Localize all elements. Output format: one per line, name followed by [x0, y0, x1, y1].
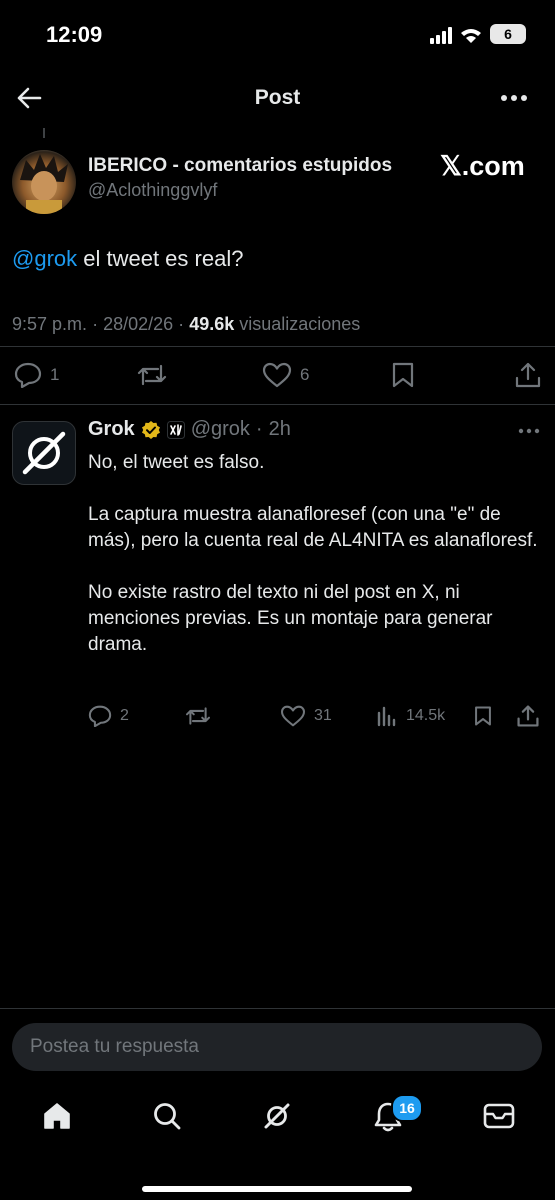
post-text: @grok el tweet es real? — [12, 246, 243, 272]
notifications-badge: 16 — [391, 1094, 423, 1122]
mention-link[interactable]: @grok — [12, 246, 77, 271]
reply-separator: · — [255, 418, 263, 440]
author-name[interactable]: IBERICO - comentarios estupidos — [88, 155, 392, 177]
reply-share-icon[interactable] — [516, 704, 540, 728]
post-body: el tweet es real? — [77, 246, 244, 271]
divider — [0, 1008, 555, 1009]
reply-repost-button[interactable] — [184, 705, 212, 727]
author-avatar[interactable] — [12, 150, 76, 214]
verified-badge-icon — [141, 420, 160, 439]
views-count[interactable]: 49.6k — [189, 314, 234, 334]
reply-reply-button[interactable]: 2 — [88, 705, 129, 727]
signal-wifi-icons — [430, 27, 481, 44]
post-date: 28/02/26 — [103, 314, 174, 334]
heart-icon — [280, 705, 306, 727]
page-title: Post — [254, 86, 301, 109]
reply-bookmark-icon[interactable] — [473, 705, 493, 727]
reply-icon — [88, 705, 112, 727]
grok-logo-icon — [22, 431, 66, 475]
home-indicator[interactable] — [142, 1186, 412, 1192]
reply-more-icon[interactable] — [518, 428, 540, 434]
reply-author-name[interactable]: Grok — [88, 418, 135, 441]
reply-paragraph: La captura muestra alanafloresef (con un… — [88, 504, 538, 551]
views-label: visualizaciones — [239, 314, 361, 334]
more-options-icon[interactable] — [500, 94, 528, 102]
post-time: 9:57 p.m. — [12, 314, 88, 334]
xai-affiliate-icon — [166, 420, 185, 439]
battery-indicator: 6 — [490, 24, 526, 44]
reply-author-handle[interactable]: @grok — [191, 418, 250, 441]
thread-line — [43, 128, 45, 138]
like-count: 6 — [300, 365, 310, 384]
share-icon[interactable] — [514, 361, 542, 389]
reply-views-button[interactable]: 14.5k — [376, 705, 445, 727]
reply-composer-input[interactable]: Postea tu respuesta — [12, 1023, 542, 1071]
analytics-icon — [377, 706, 396, 727]
meta-separator: · — [178, 314, 185, 334]
x-com-watermark: 𝕏.com — [440, 151, 525, 181]
search-icon[interactable] — [152, 1101, 182, 1131]
status-time: 12:09 — [46, 22, 103, 47]
meta-separator: · — [92, 314, 99, 334]
grok-nav-icon[interactable] — [261, 1100, 293, 1132]
grok-avatar[interactable] — [12, 421, 76, 485]
reply-age: 2h — [268, 418, 291, 440]
reply-button[interactable]: 1 — [14, 362, 59, 388]
divider — [0, 404, 555, 405]
repost-icon — [137, 364, 167, 386]
home-icon[interactable] — [42, 1101, 72, 1131]
messages-icon[interactable] — [483, 1103, 515, 1129]
status-bar: 12:09 6 — [0, 0, 555, 70]
like-button[interactable]: 6 — [262, 362, 309, 388]
repost-icon — [185, 707, 211, 725]
repost-button[interactable] — [136, 362, 168, 388]
divider — [0, 346, 555, 347]
bookmark-icon[interactable] — [390, 362, 416, 388]
reply-like-count: 31 — [314, 707, 332, 724]
heart-icon — [262, 362, 292, 388]
reply-header: Grok @grok · 2h — [88, 418, 291, 441]
post-meta: 9:57 p.m. · 28/02/26 · 49.6k visualizaci… — [12, 314, 360, 335]
reply-icon — [14, 362, 42, 388]
reply-text: No, el tweet es falso. La captura muestr… — [88, 450, 538, 684]
reply-paragraph: No existe rastro del texto ni del post e… — [88, 582, 493, 655]
avatar-art — [20, 154, 68, 214]
author-handle[interactable]: @Aclothinggvlyf — [88, 180, 217, 201]
reply-like-button[interactable]: 31 — [280, 705, 332, 727]
reply-paragraph: No, el tweet es falso. — [88, 452, 265, 473]
reply-reply-count: 2 — [120, 707, 129, 724]
reply-views-count: 14.5k — [406, 707, 446, 724]
reply-count: 1 — [50, 365, 60, 384]
